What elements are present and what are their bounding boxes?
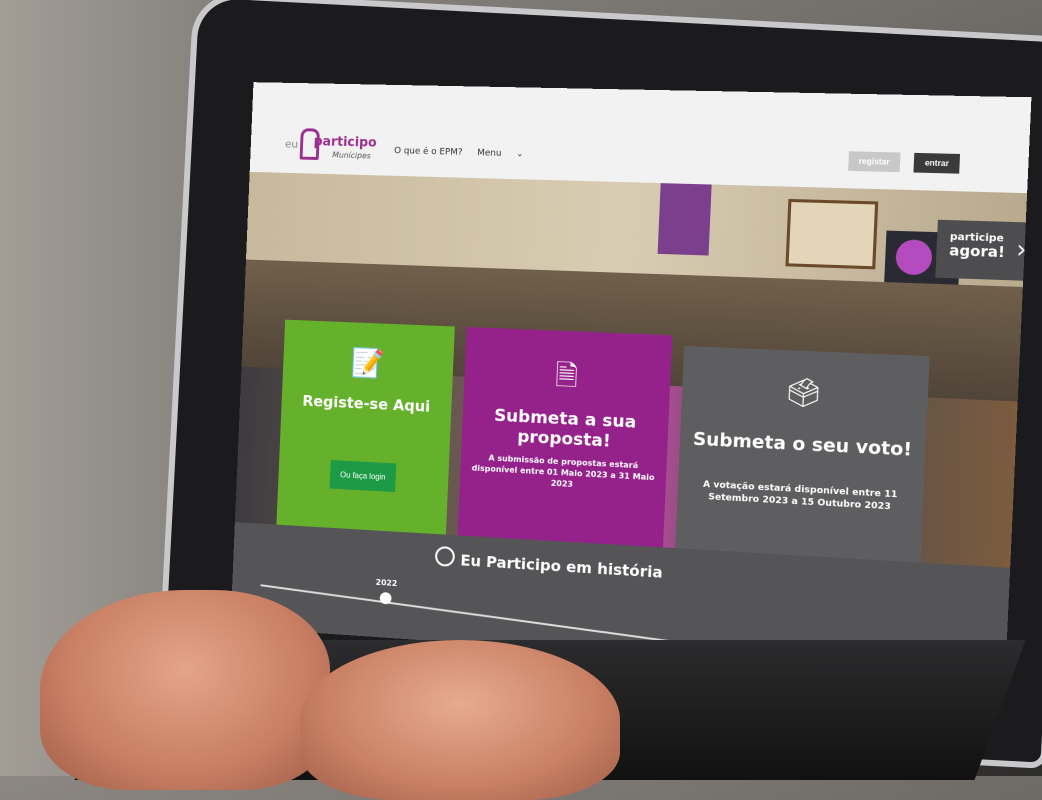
nav-item-menu[interactable]: Menu ⌄ [477,148,536,159]
ballot-vote-icon: 🗳 [692,371,918,415]
register-button[interactable]: registar [848,151,901,172]
vote-card-title: Submeta o seu voto! [690,428,916,461]
register-card[interactable]: 📝 Registe-se Aqui Ou faça login [276,320,454,535]
clock-icon [435,546,455,567]
hero-photo-board [785,199,878,269]
logo-sub: Munícipes [332,151,371,161]
nav-item-about[interactable]: O que é o EPM? [394,146,463,158]
logo-main: participo [313,134,377,150]
logo[interactable]: eu participo Munícipes [284,128,391,170]
hero-photo-flag [658,183,712,255]
left-hand [40,590,330,790]
document-icon: 📝 [292,343,444,382]
menu-label: Menu [477,148,502,159]
login-button[interactable]: entrar [914,153,960,174]
edit-document-icon: 🗎 [473,351,661,407]
main-nav: O que é o EPM? Menu ⌄ [394,146,548,160]
participate-now-button[interactable]: participe agora! › [935,220,1031,281]
history-title: Eu Participo em história [460,551,663,581]
login-link-button[interactable]: Ou faça login [330,460,396,492]
timeline-year: 2022 [375,578,397,588]
logo-prefix: eu [285,138,299,151]
proposal-card-desc: A submissão de propostas estará disponív… [470,453,657,495]
right-hand [300,640,620,800]
register-card-title: Registe-se Aqui [291,391,442,416]
proposal-card[interactable]: 🗎 Submeta a sua proposta! A submissão de… [457,327,672,564]
proposal-card-title: Submeta a sua proposta! [471,405,658,454]
browser-screen: eu participo Munícipes O que é o EPM? Me… [230,82,1031,680]
chevron-down-icon: ⌄ [516,149,524,159]
hero-banner: participe agora! › 📝 Registe-se Aqui Ou … [235,172,1027,568]
vote-card-desc: A votação estará disponível entre 11 Set… [687,478,913,515]
